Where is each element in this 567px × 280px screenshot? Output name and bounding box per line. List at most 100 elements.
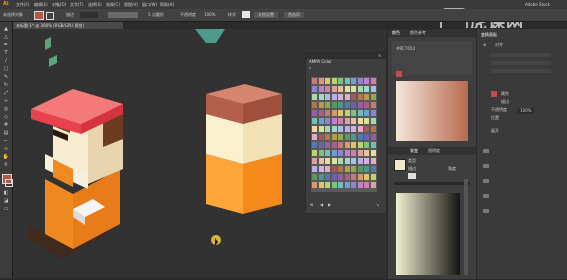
color-swatch[interactable] (370, 118, 376, 124)
color-swatch[interactable] (344, 134, 350, 140)
brush-dropdown[interactable]: 5 点圆形 (148, 13, 164, 17)
fill-swatch[interactable] (34, 11, 44, 20)
color-swatch[interactable] (331, 118, 337, 124)
brush-tool-icon[interactable]: ✎ (2, 74, 10, 81)
distribute-spacing-row[interactable] (491, 69, 551, 73)
menu-edit[interactable]: 编辑(E) (34, 2, 48, 7)
color-swatch[interactable] (364, 142, 369, 148)
hand-tool-icon[interactable]: ✋ (2, 154, 10, 161)
gradient-preview[interactable] (396, 193, 460, 275)
collapse-icon[interactable] (483, 179, 489, 183)
fill-swatch-accent[interactable] (491, 91, 497, 97)
color-swatch[interactable] (338, 174, 343, 180)
color-swatch[interactable] (312, 166, 317, 172)
screen-mode-icon[interactable]: ▭ (2, 206, 10, 213)
color-swatch[interactable] (331, 158, 337, 164)
color-swatch[interactable] (357, 150, 363, 156)
color-swatch[interactable] (351, 174, 356, 180)
color-swatch[interactable] (331, 110, 337, 116)
color-swatch[interactable] (370, 174, 376, 180)
color-swatch[interactable] (325, 78, 330, 84)
color-swatch[interactable] (318, 134, 324, 140)
color-swatch[interactable] (344, 110, 350, 116)
color-swatch[interactable] (351, 166, 356, 172)
color-swatch[interactable] (312, 78, 317, 84)
color-swatch[interactable] (325, 94, 330, 100)
distribute-buttons-row[interactable] (491, 61, 551, 65)
menu-type[interactable]: 文字(T) (70, 2, 84, 7)
color-swatch[interactable] (338, 86, 343, 92)
color-swatch[interactable] (364, 118, 369, 124)
color-swatch[interactable] (344, 78, 350, 84)
document-tab[interactable]: 未标题-1* @ 300% (RGB/GPU 预览) (13, 22, 123, 29)
color-swatch[interactable] (331, 102, 337, 108)
color-swatch[interactable] (357, 110, 363, 116)
color-swatch[interactable] (351, 134, 356, 140)
color-swatch[interactable] (318, 142, 324, 148)
current-color-swatch[interactable] (396, 71, 402, 77)
color-swatch[interactable] (357, 182, 363, 188)
color-swatch[interactable] (318, 182, 324, 188)
collapse-icon[interactable] (483, 209, 489, 213)
gradient-tool-icon[interactable]: ▤ (2, 130, 10, 137)
color-swatch[interactable] (364, 182, 369, 188)
blend-tool-icon[interactable]: ∞ (2, 146, 10, 153)
color-swatch[interactable] (312, 102, 317, 108)
color-swatch[interactable] (338, 78, 343, 84)
color-swatch[interactable] (364, 110, 369, 116)
collapse-icon[interactable] (483, 164, 489, 168)
color-swatch[interactable] (357, 102, 363, 108)
color-swatch[interactable] (364, 166, 369, 172)
color-swatch[interactable] (312, 182, 317, 188)
color-swatch[interactable] (351, 158, 356, 164)
color-swatch[interactable] (344, 126, 350, 132)
color-swatch[interactable] (364, 86, 369, 92)
color-swatch[interactable] (364, 134, 369, 140)
color-swatch[interactable] (318, 118, 324, 124)
shape-builder-icon[interactable]: ◎ (2, 106, 10, 113)
color-swatch[interactable] (331, 142, 337, 148)
color-swatch[interactable] (318, 166, 324, 172)
panel-scrollbar[interactable] (464, 179, 468, 275)
transform-icon[interactable]: ⊕ (483, 43, 486, 47)
color-spectrum-preview[interactable] (396, 81, 468, 141)
selection-tool-icon[interactable]: ▲ (2, 26, 10, 33)
color-swatch[interactable] (357, 78, 363, 84)
color-swatch[interactable] (344, 142, 350, 148)
color-swatch[interactable] (312, 174, 317, 180)
color-swatch[interactable] (318, 86, 324, 92)
color-swatch[interactable] (325, 102, 330, 108)
align-buttons-row[interactable] (491, 53, 551, 57)
stroke-swatch[interactable] (46, 12, 54, 20)
color-swatch[interactable] (364, 150, 369, 156)
color-swatch[interactable] (338, 166, 343, 172)
direct-select-tool-icon[interactable]: △ (2, 34, 10, 41)
menu-file[interactable]: 文件(F) (16, 2, 29, 7)
color-swatch[interactable] (364, 126, 369, 132)
color-swatch[interactable] (357, 118, 363, 124)
next-library-icon[interactable]: ▶ (328, 203, 331, 207)
color-swatch[interactable] (312, 142, 317, 148)
color-swatch[interactable] (357, 134, 363, 140)
color-swatch[interactable] (370, 94, 376, 100)
color-swatch[interactable] (312, 134, 317, 140)
variable-width-dropdown[interactable] (108, 12, 138, 18)
color-swatch[interactable] (318, 158, 324, 164)
color-swatch[interactable] (344, 94, 350, 100)
menu-select[interactable]: 选择(S) (88, 2, 102, 7)
color-swatch[interactable] (325, 166, 330, 172)
color-swatch[interactable] (325, 134, 330, 140)
color-swatch[interactable] (325, 142, 330, 148)
color-swatch[interactable] (370, 142, 376, 148)
library-menu-icon[interactable]: ⊞ (310, 203, 313, 207)
color-swatch[interactable] (370, 102, 376, 108)
color-swatch[interactable] (344, 174, 350, 180)
color-swatch[interactable] (370, 166, 376, 172)
graphic-style-swatch[interactable] (242, 11, 250, 18)
color-swatch[interactable] (331, 150, 337, 156)
tab-gradient[interactable]: 渐变 (410, 149, 418, 153)
color-swatch[interactable] (344, 150, 350, 156)
stroke-swatch-2[interactable] (408, 173, 416, 179)
color-swatch[interactable] (312, 94, 317, 100)
collapse-icon[interactable] (483, 149, 489, 153)
